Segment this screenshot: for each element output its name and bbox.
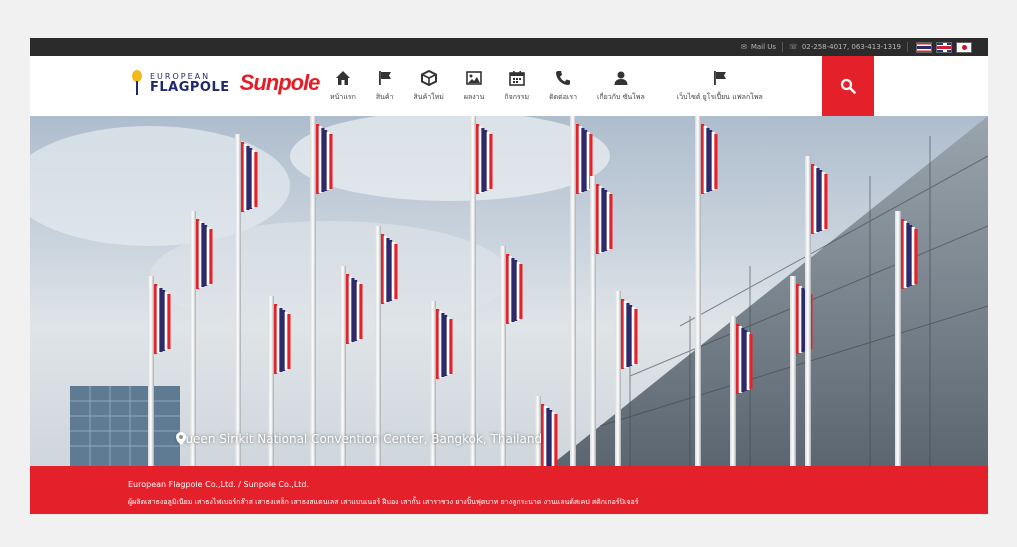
menu-label: สินค้าใหม่	[413, 92, 444, 101]
top-bar: ✉ Mail Us ☏ 02-258-4017, 063-413-1319	[30, 38, 988, 56]
flag-icon	[378, 70, 391, 85]
jp-flag-icon[interactable]	[956, 41, 972, 53]
main-nav: EUROPEAN FLAGPOLE Sunpole หน้าแรก สินค้า…	[30, 56, 988, 116]
menu-label: ติดต่อเรา	[549, 92, 578, 101]
footer-band: European Flagpole Co.,Ltd. / Sunpole Co.…	[30, 466, 988, 514]
box-icon	[420, 69, 437, 86]
phone-icon: ☏	[789, 43, 798, 51]
hero-banner: Queen Sirikit National Convention Center…	[30, 116, 988, 466]
menu-label: หน้าแรก	[330, 92, 356, 101]
menu: หน้าแรก สินค้า สินค้าใหม่ ผลงาน กิจกรรม	[320, 56, 785, 116]
phone-link[interactable]: ☏ 02-258-4017, 063-413-1319	[783, 38, 907, 56]
menu-item-activities[interactable]: กิจกรรม	[494, 56, 539, 116]
menu-label: กิจกรรม	[504, 92, 530, 101]
search-icon	[840, 78, 856, 94]
menu-item-european-flagpole-site[interactable]: เว็บไซต์ ยูโรเปี้ยน แฟลกโพล	[655, 56, 785, 116]
logo-line2: FLAGPOLE	[150, 79, 230, 95]
company-name: European Flagpole Co.,Ltd. / Sunpole Co.…	[128, 480, 310, 489]
menu-item-contact[interactable]: ติดต่อเรา	[539, 56, 587, 116]
language-switcher	[908, 41, 972, 53]
hero-caption: Queen Sirikit National Convention Center…	[176, 432, 542, 446]
menu-item-new-products[interactable]: สินค้าใหม่	[404, 56, 454, 116]
hero-photo	[30, 116, 988, 466]
menu-item-about[interactable]: เกี่ยวกับ ซันโพล	[587, 56, 655, 116]
site-logo[interactable]: EUROPEAN FLAGPOLE Sunpole	[130, 68, 321, 98]
phone-icon	[556, 70, 571, 85]
menu-item-home[interactable]: หน้าแรก	[320, 56, 366, 116]
phone-number: 02-258-4017, 063-413-1319	[801, 43, 901, 51]
mail-icon: ✉	[740, 43, 747, 51]
th-flag-icon[interactable]	[916, 41, 932, 53]
menu-label: สินค้า	[375, 92, 394, 101]
hero-caption-text: Queen Sirikit National Convention Center…	[176, 432, 543, 446]
image-icon	[466, 70, 482, 85]
uk-flag-icon[interactable]	[936, 41, 952, 53]
flag-icon	[713, 70, 726, 85]
search-button[interactable]	[822, 56, 874, 116]
logo-european-flagpole: EUROPEAN FLAGPOLE	[150, 72, 230, 95]
home-icon	[335, 70, 350, 85]
menu-item-portfolio[interactable]: ผลงาน	[454, 56, 495, 116]
map-pin-icon	[176, 432, 186, 445]
mail-label: Mail Us	[750, 43, 777, 51]
page: ✉ Mail Us ☏ 02-258-4017, 063-413-1319 EU…	[0, 0, 1017, 547]
logo-sunpole: Sunpole	[239, 70, 321, 95]
menu-item-products[interactable]: สินค้า	[366, 56, 404, 116]
mail-link[interactable]: ✉ Mail Us	[735, 38, 782, 56]
calendar-icon	[508, 70, 525, 86]
menu-label: ผลงาน	[463, 92, 485, 101]
website: ✉ Mail Us ☏ 02-258-4017, 063-413-1319 EU…	[30, 38, 988, 514]
logo-emblem-icon	[130, 70, 144, 96]
company-description: ผู้ผลิตเสาธงอลูมิเนียม เสาธงไฟเบอร์กล๊าส…	[128, 498, 639, 506]
user-icon	[614, 71, 628, 85]
menu-label: เกี่ยวกับ ซันโพล	[597, 92, 645, 101]
menu-label: เว็บไซต์ ยูโรเปี้ยน แฟลกโพล	[676, 92, 763, 101]
